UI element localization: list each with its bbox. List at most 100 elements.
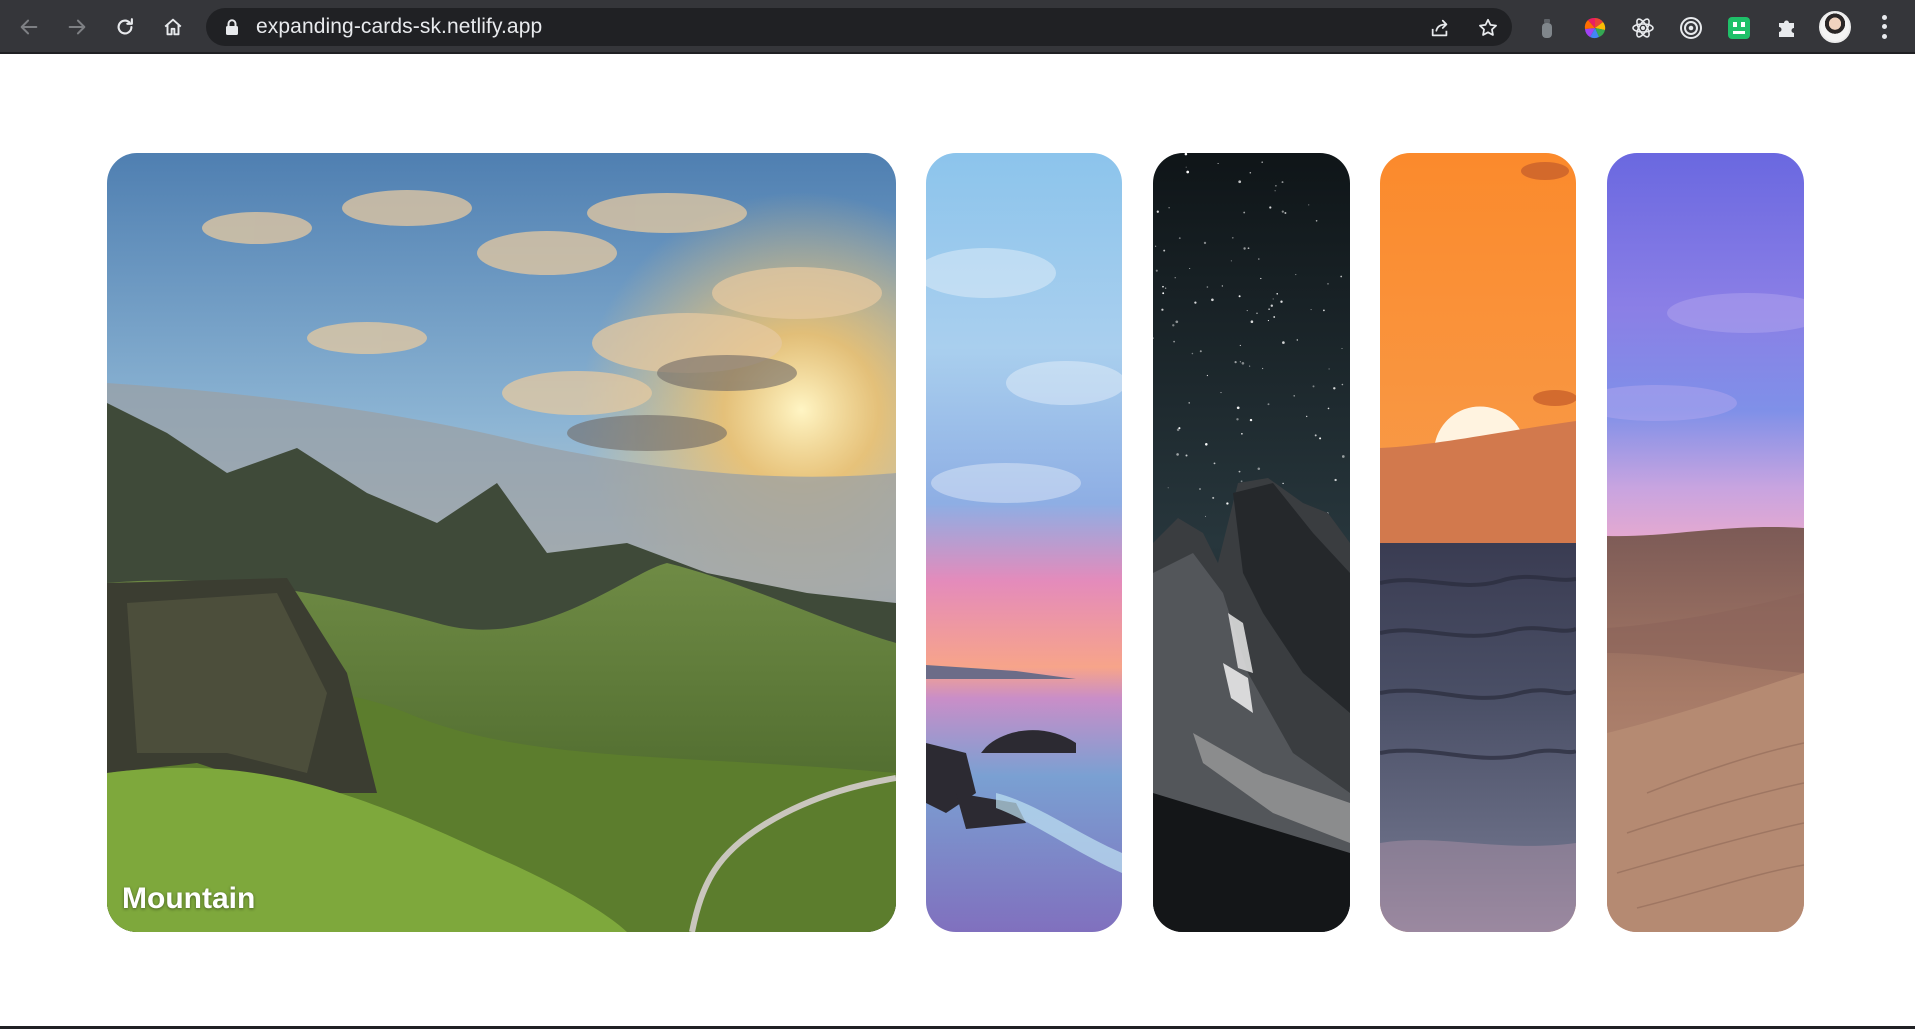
expanding-cards-container: Mountain <box>107 153 1805 932</box>
star <box>1261 161 1263 163</box>
star <box>1241 433 1243 435</box>
star <box>1220 392 1222 394</box>
star <box>1162 292 1165 295</box>
ocean-sunset-image <box>926 153 1122 932</box>
puzzle-icon <box>1779 20 1794 37</box>
star <box>1270 304 1273 307</box>
star <box>1221 285 1223 287</box>
extensions-menu-button[interactable] <box>1773 14 1801 42</box>
star <box>1315 219 1318 222</box>
star <box>1230 260 1232 262</box>
share-icon <box>1431 19 1448 37</box>
star <box>1269 206 1272 209</box>
star <box>1341 347 1343 350</box>
react-icon <box>1632 18 1654 38</box>
star <box>1189 267 1191 270</box>
star <box>1293 395 1295 397</box>
star <box>1155 269 1158 272</box>
star <box>1341 455 1345 458</box>
star <box>1236 406 1240 410</box>
extension-target[interactable] <box>1677 14 1705 42</box>
card-3[interactable] <box>1153 153 1350 932</box>
card-mountain[interactable]: Mountain <box>107 153 896 932</box>
star <box>1267 403 1270 406</box>
star <box>1275 184 1277 187</box>
star <box>1191 352 1194 355</box>
star <box>1164 287 1167 289</box>
star <box>1274 190 1276 192</box>
target-icon <box>1680 17 1702 39</box>
back-button[interactable] <box>13 11 45 43</box>
star <box>1340 275 1343 278</box>
star <box>1306 415 1308 418</box>
home-icon <box>164 18 182 36</box>
star-icon <box>1479 18 1497 36</box>
star <box>1327 283 1329 285</box>
star <box>1163 249 1166 252</box>
home-button[interactable] <box>157 11 189 43</box>
star <box>1328 368 1330 370</box>
share-button[interactable] <box>1428 16 1452 40</box>
card-2[interactable] <box>926 153 1122 932</box>
star <box>1205 443 1208 446</box>
star <box>1296 339 1299 341</box>
forward-button[interactable] <box>61 11 93 43</box>
star <box>1234 361 1237 364</box>
extension-bottle[interactable] <box>1533 14 1561 42</box>
orange-sunset-image <box>1380 153 1576 932</box>
star <box>1239 344 1241 346</box>
bottle-icon <box>1542 19 1552 38</box>
star <box>1282 482 1284 485</box>
profile-avatar[interactable] <box>1819 11 1851 43</box>
star <box>1206 374 1209 377</box>
star <box>1280 300 1283 303</box>
star <box>1167 487 1169 489</box>
mountain-image <box>107 153 896 932</box>
extension-colorpicker[interactable] <box>1581 14 1609 42</box>
card-5[interactable] <box>1607 153 1804 932</box>
reload-button[interactable] <box>109 11 141 43</box>
star <box>1334 478 1337 482</box>
colorful-pinwheel-icon <box>1584 17 1606 39</box>
extension-react-devtools[interactable] <box>1629 14 1657 42</box>
star <box>1185 166 1187 168</box>
url-text: expanding-cards-sk.netlify.app <box>256 15 543 38</box>
star <box>1314 434 1317 437</box>
address-bar[interactable]: expanding-cards-sk.netlify.app <box>206 8 1512 46</box>
arrow-left-icon <box>20 19 38 35</box>
star <box>1240 480 1243 483</box>
star <box>1327 407 1330 410</box>
star <box>1238 180 1242 184</box>
bookmark-button[interactable] <box>1476 16 1500 40</box>
star <box>1267 320 1269 322</box>
star <box>1217 162 1219 165</box>
star <box>1281 210 1284 213</box>
card-4[interactable] <box>1380 153 1576 932</box>
green-face-icon <box>1728 17 1750 39</box>
star <box>1284 212 1287 214</box>
star <box>1249 172 1252 174</box>
star <box>1204 515 1207 517</box>
star <box>1238 470 1241 473</box>
star <box>1249 418 1253 422</box>
star <box>1231 236 1234 239</box>
star <box>1276 293 1278 295</box>
star <box>1203 241 1207 245</box>
desert-dunes-image <box>1607 153 1804 932</box>
star <box>1256 312 1258 314</box>
star <box>1172 324 1175 327</box>
star <box>1154 245 1157 247</box>
browser-menu-button[interactable] <box>1873 13 1895 41</box>
reload-icon <box>117 18 133 35</box>
star <box>1161 308 1164 311</box>
star <box>1268 308 1270 310</box>
star <box>1241 361 1245 365</box>
star <box>1156 210 1159 213</box>
star <box>1236 418 1239 421</box>
extension-green-face[interactable] <box>1725 14 1753 42</box>
star <box>1239 361 1241 363</box>
star <box>1323 309 1325 312</box>
star <box>1174 277 1176 279</box>
star <box>1273 316 1276 318</box>
star <box>1257 467 1261 470</box>
